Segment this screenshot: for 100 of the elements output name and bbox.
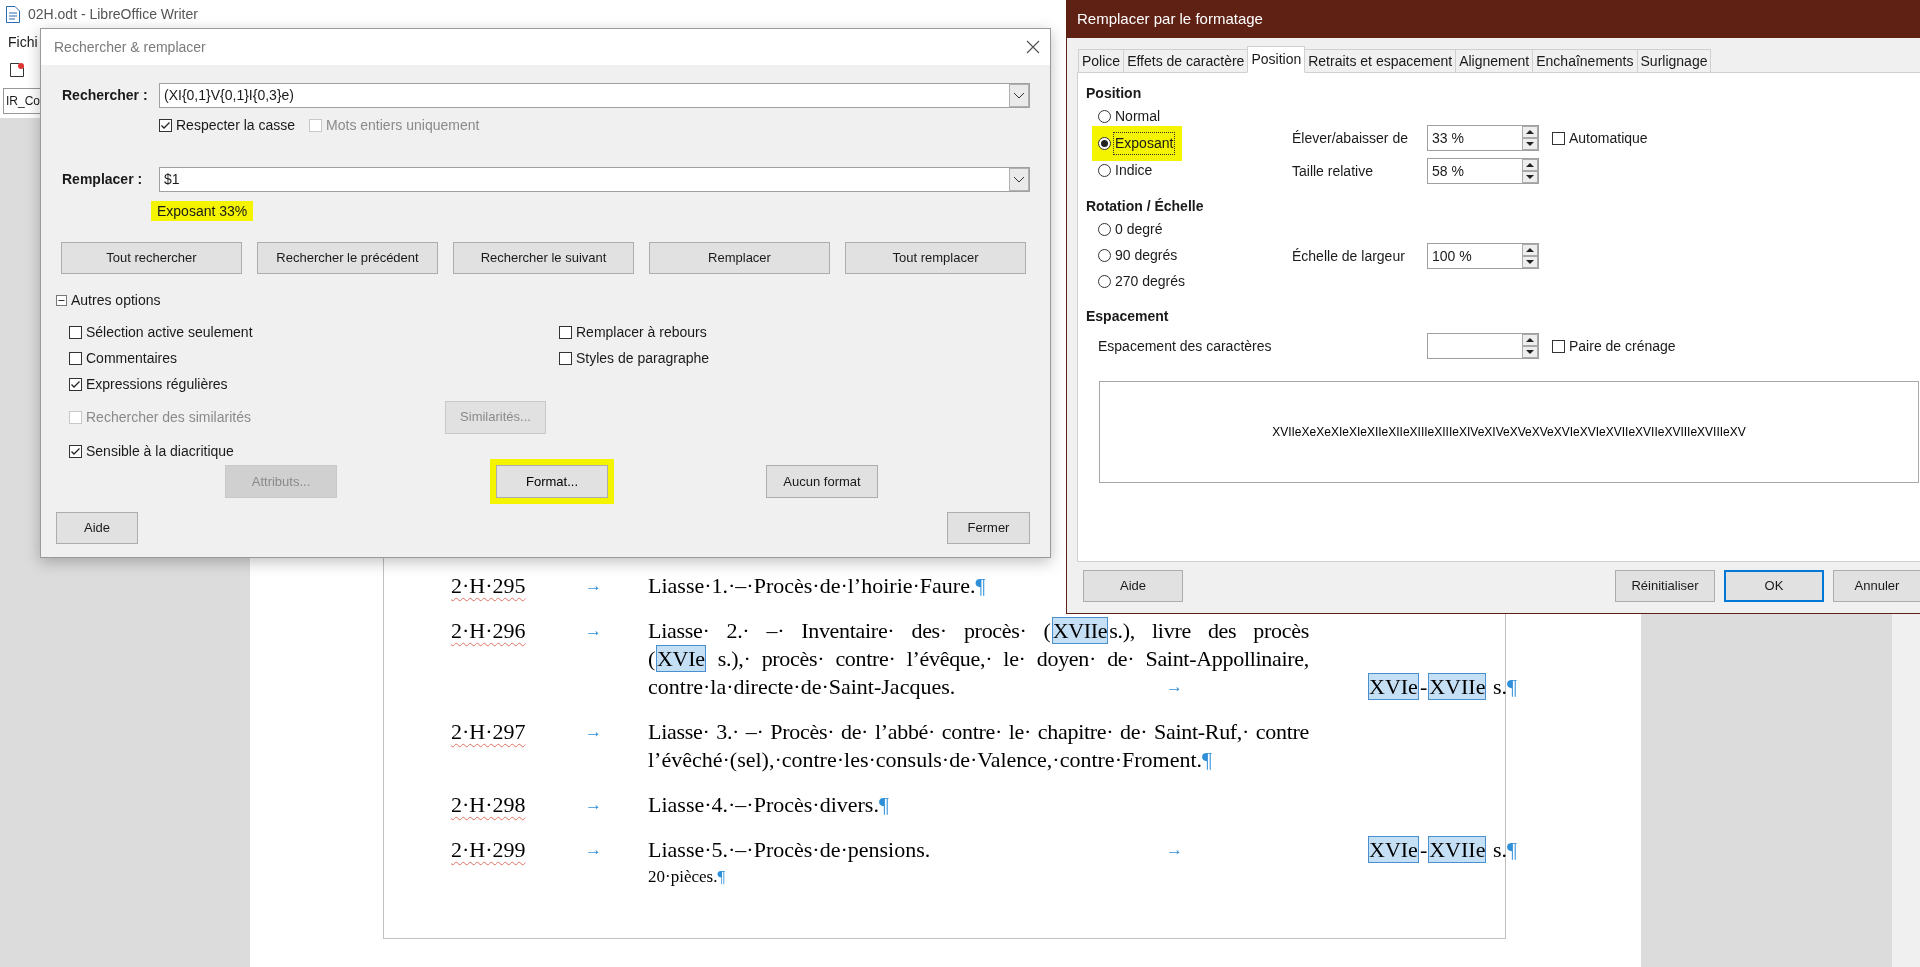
checkbox-label: Sélection active seulement (86, 322, 253, 342)
checkbox-label: Paire de crénage (1569, 336, 1676, 356)
date-range: XVIe-XVIIe s.¶ (1368, 836, 1517, 864)
new-document-icon[interactable] (9, 62, 25, 78)
tab-mark: → (1166, 839, 1183, 861)
button[interactable]: Remplacer (649, 242, 830, 274)
text-line: contre·la·directe·de·Saint-Jacques. (648, 674, 956, 699)
button[interactable]: Tout remplacer (845, 242, 1026, 274)
radio-button[interactable] (1098, 110, 1111, 123)
text-line: Liasse·4.·–·Procès·divers.¶ (648, 792, 889, 817)
checkbox[interactable] (1552, 131, 1565, 145)
tab[interactable]: Position (1247, 46, 1306, 73)
tab-mark: → (585, 575, 603, 597)
spin-field[interactable]: 100 % (1427, 243, 1539, 269)
pilcrow-mark: ¶ (1202, 747, 1212, 772)
pilcrow-mark: ¶ (975, 573, 986, 598)
button[interactable]: Réinitialiser (1615, 570, 1715, 602)
button[interactable]: Rechercher le précédent (257, 242, 438, 274)
text-line: Liasse·1.·–·Procès·de·l’hoirie·Faure.¶ (648, 573, 986, 598)
button[interactable]: Aucun format (766, 465, 878, 498)
field-label: Taille relative (1292, 161, 1374, 181)
radio-button[interactable] (1098, 248, 1111, 262)
spin-arrows-icon[interactable] (1522, 244, 1538, 268)
combo-field[interactable]: $1 (159, 167, 1030, 192)
note-text: 20·pièces.¶ (648, 867, 726, 886)
checkbox-label: Styles de paragraphe (576, 348, 710, 368)
close-icon[interactable] (1026, 40, 1040, 54)
checkbox-label: Expressions régulières (86, 374, 228, 394)
menu-item[interactable]: Fichi (8, 31, 38, 53)
checkbox-label: Automatique (1569, 128, 1648, 148)
spin-arrows-icon[interactable] (1522, 159, 1538, 183)
entry-code: 2·H·295 (451, 572, 527, 600)
field-shading: XVIIe (1429, 674, 1486, 699)
spin-arrows-icon[interactable] (1522, 126, 1538, 150)
radio-button[interactable] (1098, 137, 1111, 150)
tab[interactable]: Surlignage (1636, 49, 1712, 73)
radio-label: Normal (1114, 107, 1162, 126)
button[interactable]: OK (1724, 570, 1824, 602)
checkbox[interactable] (69, 351, 82, 365)
expander-label[interactable]: Autres options (71, 289, 161, 311)
checkbox[interactable] (559, 325, 572, 339)
text-line: (XVIe s.),· procès· contre· l’évêque,· le· doyen· de· Saint-Appollinaire, (648, 645, 1309, 673)
text-line: Liasse· 3.· –· Procès· de· l’abbé· contre· le· chapitre· de· Saint-Ruf,· contre (648, 718, 1309, 746)
radio-label: Exposant (1114, 133, 1175, 154)
pilcrow-mark: ¶ (717, 867, 726, 886)
checkbox-label: Commentaires (86, 348, 178, 368)
section-heading: Espacement (1086, 307, 1170, 326)
date-range: XVIe-XVIIe s.¶ (1368, 673, 1517, 701)
checkbox-label: Respecter la casse (176, 115, 296, 135)
document-icon (6, 5, 20, 23)
spin-field[interactable] (1427, 333, 1539, 359)
checkbox-label: Remplacer à rebours (576, 322, 707, 342)
entry-code: 2·H·298 (451, 791, 527, 819)
pilcrow-mark: ¶ (1506, 674, 1517, 699)
button[interactable]: Fermer (947, 512, 1030, 544)
checkbox[interactable] (1552, 339, 1565, 353)
radio-button[interactable] (1098, 222, 1111, 236)
tab-mark: → (585, 794, 603, 816)
radio-label: 90 degrés (1114, 245, 1179, 265)
tab[interactable]: Police (1078, 49, 1125, 73)
spin-arrows-icon[interactable] (1522, 334, 1538, 358)
dialog-title: Rechercher & remplacer (54, 37, 206, 57)
collapse-icon[interactable] (56, 294, 67, 306)
checkbox[interactable] (159, 118, 172, 132)
pilcrow-mark: ¶ (878, 792, 889, 817)
field-label: Espacement des caractères (1098, 336, 1273, 356)
field-shading: XVIIe (1052, 618, 1108, 643)
field-shading: XVIe (1369, 674, 1418, 699)
field-label: Rechercher : (61, 86, 149, 105)
checkbox[interactable] (69, 325, 82, 339)
checkbox-label: Rechercher des similarités (86, 407, 251, 427)
entry-code: 2·H·296 (451, 617, 527, 645)
radio-button[interactable] (1098, 274, 1111, 288)
radio-label: 0 degré (1114, 219, 1164, 239)
button[interactable]: Rechercher le suivant (453, 242, 634, 274)
tab-mark: → (1166, 676, 1183, 698)
tab-mark: → (585, 839, 603, 861)
dialog-title: Remplacer par le formatage (1077, 8, 1263, 29)
text-line: Liasse· 2.· –· Inventaire· des· procès· (XVIIes.), livre des procès (648, 617, 1309, 645)
tab-mark: → (585, 620, 603, 642)
button[interactable]: Annuler (1833, 570, 1920, 602)
field-label: Remplacer : (61, 170, 144, 189)
button[interactable]: Aide (1083, 570, 1183, 602)
radio-button[interactable] (1098, 164, 1111, 177)
checkbox[interactable] (559, 351, 572, 365)
field-shading: XVIe (657, 646, 705, 671)
checkbox-label: Mots entiers uniquement (326, 115, 480, 135)
field-label: Élever/abaisser de (1292, 128, 1409, 148)
button[interactable]: Tout rechercher (61, 242, 242, 274)
checkbox[interactable] (69, 444, 82, 458)
tab-mark: → (585, 721, 603, 743)
combo-field[interactable]: (XI{0,1}V{0,1}I{0,3}e) (159, 83, 1030, 108)
spin-field[interactable]: 33 % (1427, 125, 1539, 151)
field-shading: XVIIe (1429, 837, 1486, 862)
checkbox[interactable] (69, 377, 82, 391)
spin-field[interactable]: 58 % (1427, 158, 1539, 184)
radio-label: 270 degrés (1114, 271, 1187, 291)
format-summary: Exposant 33% (151, 201, 254, 221)
button[interactable]: Aide (56, 512, 138, 544)
preview-text: XVIIeXeXeXIeXIeXIIeXIIeXIIIeXIIIeXIVeXIVeXVeXVeXVIeXVIeXVIIeXVIIeXVIIIeXVIIIeXV (1272, 424, 1746, 441)
